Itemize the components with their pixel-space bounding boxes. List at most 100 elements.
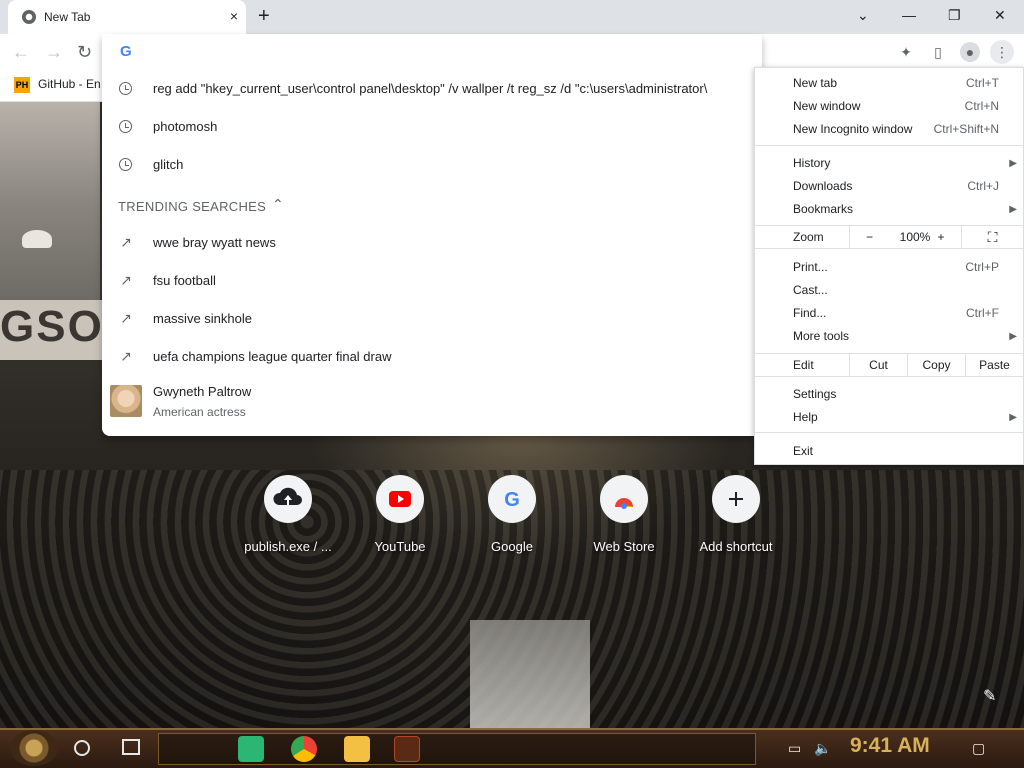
suggestion-text: glitch [153,157,184,172]
menu-shortcut: Ctrl+F [966,306,999,320]
menu-zoom-row: Zoom − 100% + ⛶ [755,225,1023,249]
action-center-icon[interactable]: ▢ [972,740,985,757]
close-window-button[interactable]: ✕ [994,6,1006,24]
suggestion-text: massive sinkhole [153,311,252,326]
tab-close-icon[interactable]: × [230,8,238,24]
entity-name: Gwyneth Paltrow [153,384,252,399]
menu-shortcut: Ctrl+J [967,179,999,193]
suggestion-text: photomosh [153,119,218,134]
tab-strip: New Tab × + ⌄ — ❐ ✕ [0,0,1024,34]
trending-arrow-icon: ↗ [120,310,132,326]
start-button[interactable] [10,730,58,766]
omnibox-input[interactable] [146,40,746,62]
trending-arrow-icon: ↗ [120,272,132,288]
shortcut-add[interactable]: Add shortcut [680,475,792,559]
google-icon: G [488,475,536,523]
suggestion-trending-2[interactable]: ↗ fsu football [102,262,762,300]
shortcut-google[interactable]: G Google [456,475,568,559]
app-taskbar-icon[interactable] [394,736,420,762]
suggestion-history-2[interactable]: photomosh [102,108,762,146]
tab-title: New Tab [44,10,91,24]
reload-button[interactable]: ↻ [77,42,92,62]
new-tab-button[interactable]: + [258,5,270,27]
chrome-menu-icon[interactable]: ⋮ [990,40,1014,64]
history-clock-icon [119,82,132,95]
side-panel-icon[interactable]: ▯ [928,42,948,62]
back-button[interactable]: ← [12,42,30,62]
edit-label: Edit [793,358,814,372]
menu-label: History [793,156,831,170]
shortcut-label: Web Store [593,539,655,554]
wallpaper-lamp [22,230,52,248]
sticky-notes-icon[interactable] [238,736,264,762]
tab-search-icon[interactable]: ⌄ [857,6,869,24]
trending-searches-header: TRENDING SEARCHES [118,199,267,214]
menu-label: More tools [793,329,850,343]
minimize-button[interactable]: — [902,6,916,24]
menu-label: Bookmarks [793,202,854,216]
menu-label: Downloads [793,179,853,193]
shortcut-label: publish.exe / ... [244,539,332,554]
shortcut-web-store[interactable]: Web Store [568,475,680,559]
suggestion-trending-4[interactable]: ↗ uefa champions league quarter final dr… [102,338,762,376]
entity-thumbnail [110,385,142,417]
menu-shortcut: Ctrl+Shift+N [933,122,999,136]
youtube-icon [376,475,424,523]
upload-cloud-icon [264,475,312,523]
network-icon[interactable]: ▭ [788,740,801,757]
cortana-icon[interactable] [74,740,90,756]
tab-new-tab[interactable]: New Tab × [8,0,246,34]
menu-shortcut: Ctrl+P [965,260,999,274]
copy-button[interactable]: Copy [907,354,965,376]
extensions-icon[interactable]: ✦ [896,42,916,62]
menu-shortcut: Ctrl+T [966,76,999,90]
zoom-in-button[interactable]: + [929,226,953,248]
history-clock-icon [119,120,132,133]
history-clock-icon [119,158,132,171]
menu-label: Find... [793,306,827,320]
collapse-caret-icon[interactable]: ⌃ [272,196,284,213]
menu-label: New tab [793,76,838,90]
task-view-icon[interactable] [122,739,140,755]
restore-button[interactable]: ❐ [948,6,961,24]
suggestion-text: uefa champions league quarter final draw [153,349,392,364]
menu-label: Settings [793,387,837,401]
bookmark-github[interactable]: GitHub - Enc [38,77,100,91]
entity-subtitle: American actress [153,405,246,419]
menu-label: Exit [793,444,814,458]
forward-button[interactable]: → [45,42,63,62]
webstore-icon [600,475,648,523]
shortcut-label: Google [491,539,533,554]
google-g-icon: G [120,43,132,60]
suggestion-history-1[interactable]: reg add "hkey_current_user\control panel… [102,70,762,108]
menu-divider [755,432,1023,433]
profile-avatar[interactable]: ● [960,42,980,62]
chrome-taskbar-icon[interactable] [291,736,317,762]
menu-label: Print... [793,260,828,274]
omnibox-dropdown: G reg add "hkey_current_user\control pan… [102,34,762,436]
menu-label: Cast... [793,283,828,297]
trending-arrow-icon: ↗ [120,234,132,250]
svg-text:G: G [504,489,520,511]
wallpaper-sign-text: GSO [0,302,104,351]
suggestion-history-3[interactable]: glitch [102,146,762,184]
shortcut-label: Add shortcut [699,539,773,554]
suggestion-trending-3[interactable]: ↗ massive sinkhole [102,300,762,338]
chrome-menu: New tab Ctrl+T New window Ctrl+N New Inc… [754,67,1024,465]
plus-icon [712,475,760,523]
submenu-arrow-icon: ▶ [1009,204,1017,215]
menu-label: New window [793,99,861,113]
fullscreen-icon[interactable]: ⛶ [961,226,1023,248]
shortcut-publish[interactable]: publish.exe / ... [232,475,344,559]
paste-button[interactable]: Paste [965,354,1023,376]
file-explorer-icon[interactable] [344,736,370,762]
customize-pencil-icon[interactable]: ✎ [983,686,996,706]
suggestion-text: reg add "hkey_current_user\control panel… [153,81,708,96]
cut-button[interactable]: Cut [849,354,907,376]
shortcut-youtube[interactable]: YouTube [344,475,456,559]
zoom-out-button[interactable]: − [849,226,889,248]
volume-icon[interactable]: 🔈 [814,740,831,757]
taskbar-clock[interactable]: 9:41 AM [850,734,930,758]
menu-shortcut: Ctrl+N [964,99,999,113]
suggestion-trending-1[interactable]: ↗ wwe bray wyatt news [102,224,762,262]
